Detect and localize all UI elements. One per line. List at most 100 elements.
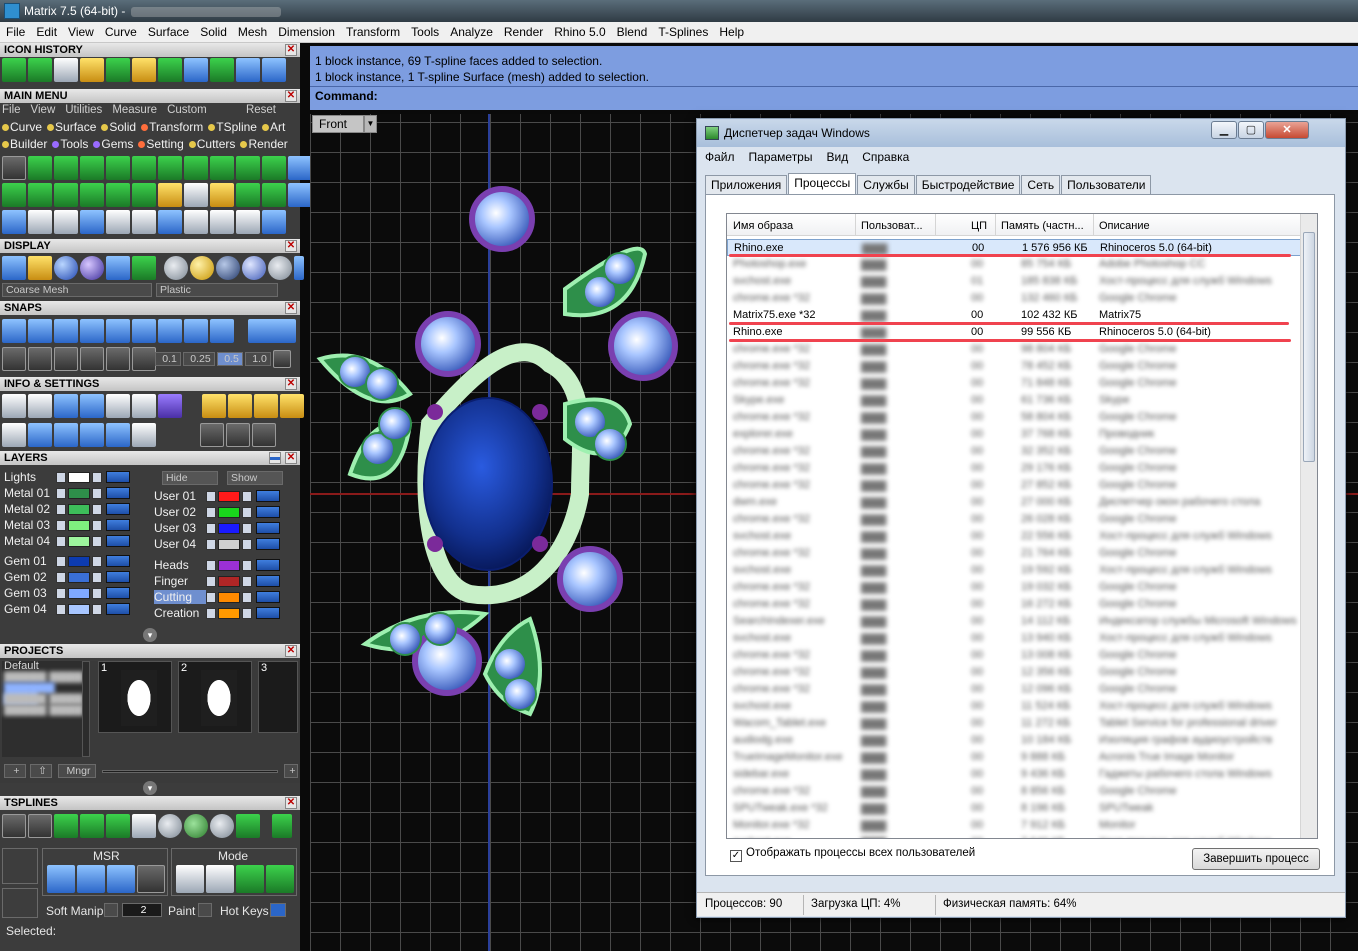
tspline-tool-icon[interactable]	[132, 814, 156, 838]
menu-item[interactable]: Blend	[611, 22, 653, 39]
menu-item[interactable]: View	[62, 22, 99, 39]
layer-color-swatch[interactable]	[218, 491, 240, 502]
tool-icon[interactable]	[280, 394, 304, 418]
lock-icon[interactable]	[92, 588, 102, 599]
process-row[interactable]: chrome.exe *32 ▇▇▇ 00 19 032 КБ Google C…	[727, 579, 1301, 596]
tool-icon[interactable]	[2, 58, 26, 82]
curve-icon[interactable]	[54, 210, 78, 234]
tool-icon[interactable]	[236, 156, 260, 180]
material-icon[interactable]	[268, 256, 292, 280]
arrow-left-icon[interactable]	[236, 58, 260, 82]
project-thumbnail-2[interactable]: 2	[178, 661, 252, 733]
process-row[interactable]: svchost.exe ▇▇▇ 00 13 940 КБ Хост-процес…	[727, 630, 1301, 647]
column-description[interactable]: Описание	[1099, 220, 1150, 232]
project-thumbnail-3[interactable]: 3	[258, 661, 298, 733]
cylinder-icon[interactable]	[80, 423, 104, 447]
tspline-tool-icon[interactable]	[210, 814, 234, 838]
viewport-tab[interactable]: Front ▼	[312, 115, 377, 133]
tspline-tool-icon[interactable]	[2, 814, 26, 838]
close-icon[interactable]: ✕	[285, 378, 297, 390]
blurred-project-item[interactable]: ▇▇▇▇▇ ▇▇▇▇	[2, 705, 88, 716]
bezel-gem[interactable]	[557, 546, 623, 612]
layer-color-swatch[interactable]	[68, 536, 90, 547]
layer-row[interactable]: Metal 04	[0, 533, 140, 549]
tool-icon[interactable]	[80, 183, 104, 207]
layer-visibility-toggle[interactable]	[106, 535, 130, 547]
petal-gem[interactable]	[503, 677, 537, 711]
snap-toggle-icon[interactable]	[248, 319, 296, 343]
axis-icon[interactable]	[137, 865, 165, 893]
tspline-tool-icon[interactable]	[158, 814, 182, 838]
layer-visibility-toggle[interactable]	[106, 519, 130, 531]
end-process-button[interactable]: Завершить процесс	[1192, 848, 1320, 870]
menu-item[interactable]: Curve	[99, 22, 142, 39]
toggle-icon[interactable]	[288, 156, 312, 180]
category-builder[interactable]: Builder	[0, 137, 47, 151]
curve-icon[interactable]	[80, 58, 104, 82]
layer-visibility-toggle[interactable]	[256, 522, 280, 534]
process-row[interactable]: svchost.exe ▇▇▇ 00 11 524 КБ Хост-процес…	[727, 698, 1301, 715]
scrollbar-thumb[interactable]	[1303, 232, 1315, 462]
tool-icon[interactable]	[236, 183, 260, 207]
layer-row[interactable]: User 03	[150, 520, 290, 536]
jewelry-model[interactable]	[310, 174, 710, 774]
layer-row[interactable]: Metal 02	[0, 501, 140, 517]
snap-value-button[interactable]: 0.1	[155, 352, 181, 366]
layer-color-swatch[interactable]	[68, 572, 90, 583]
tool-icon[interactable]	[80, 156, 104, 180]
hot-keys-toggle[interactable]	[270, 903, 286, 917]
tool-icon[interactable]	[210, 210, 234, 234]
tool-icon[interactable]	[210, 58, 234, 82]
column-user[interactable]: Пользоват...	[861, 220, 923, 232]
category-tspline[interactable]: TSpline	[206, 120, 257, 134]
tool-icon[interactable]	[132, 210, 156, 234]
object-mode-icon[interactable]	[266, 865, 294, 893]
layer-row[interactable]: Gem 01	[0, 553, 140, 569]
layer-visibility-toggle[interactable]	[256, 607, 280, 619]
menu-item[interactable]: Help	[713, 22, 749, 39]
tool-icon[interactable]	[54, 394, 78, 418]
petal-gem[interactable]	[423, 612, 457, 646]
menu-item[interactable]: Surface	[142, 22, 194, 39]
layer-arrow-icon[interactable]	[206, 608, 216, 619]
tool-icon[interactable]	[200, 423, 224, 447]
close-icon[interactable]: ✕	[285, 645, 297, 657]
category-render[interactable]: Render	[238, 137, 288, 151]
tool-icon[interactable]	[106, 58, 130, 82]
process-row[interactable]: chrome.exe *32 ▇▇▇ 00 132 460 КБ Google …	[727, 290, 1301, 307]
tool-icon[interactable]	[158, 58, 182, 82]
layer-color-swatch[interactable]	[68, 520, 90, 531]
process-row[interactable]: sidebar.exe ▇▇▇ 00 9 436 КБ Гаджеты рабо…	[727, 766, 1301, 783]
process-row[interactable]: Skype.exe ▇▇▇ 00 61 736 КБ Skype	[727, 392, 1301, 409]
menu-item[interactable]: File	[0, 22, 30, 39]
layer-row[interactable]: Gem 04	[0, 601, 140, 617]
tab-services[interactable]: Службы	[857, 175, 915, 194]
layer-visibility-toggle[interactable]	[256, 575, 280, 587]
tool-icon[interactable]	[106, 256, 130, 280]
layer-color-swatch[interactable]	[68, 604, 90, 615]
layer-arrow-icon[interactable]	[56, 588, 66, 599]
project-thumbnail-1[interactable]: 1	[98, 661, 172, 733]
close-icon[interactable]: ✕	[285, 44, 297, 56]
close-icon[interactable]: ✕	[285, 240, 297, 252]
main-menu-measure-link[interactable]: Measure	[112, 104, 157, 116]
layer-row[interactable]: User 01	[150, 488, 290, 504]
lock-icon[interactable]	[92, 472, 102, 483]
add-icon[interactable]: +	[284, 764, 298, 778]
tspline-exit-icon[interactable]	[2, 888, 38, 918]
menu-options[interactable]: Параметры	[749, 150, 813, 164]
shaded-sphere-icon[interactable]	[54, 256, 78, 280]
layer-color-swatch[interactable]	[68, 488, 90, 499]
category-setting[interactable]: Setting	[136, 137, 184, 151]
process-row[interactable]: chrome.exe *32 ▇▇▇ 00 12 356 КБ Google C…	[727, 664, 1301, 681]
snap-icon[interactable]	[2, 319, 26, 343]
petal-gem[interactable]	[593, 427, 627, 461]
process-row[interactable]: Photoshop.exe ▇▇▇ 00 85 754 КБ Adobe Pho…	[727, 256, 1301, 273]
material-icon[interactable]	[242, 256, 266, 280]
snap-value-button[interactable]: 1.0	[245, 352, 271, 366]
project-slider[interactable]	[102, 770, 278, 773]
menu-file[interactable]: Файл	[705, 150, 735, 164]
reset-link[interactable]: Reset	[246, 104, 276, 116]
tool-icon[interactable]	[184, 210, 208, 234]
close-button[interactable]: ✕	[1265, 121, 1309, 139]
